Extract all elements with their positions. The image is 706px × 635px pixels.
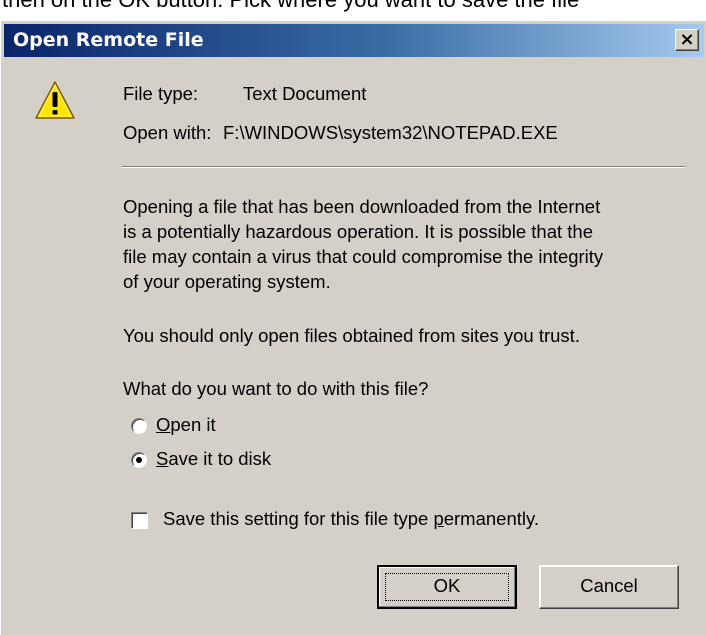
file-type-value: Text Document (243, 83, 367, 104)
open-remote-file-dialog: Open Remote File × File type: Text Docum… (0, 20, 706, 635)
warning-line: of your operating system. (123, 271, 331, 292)
background-instruction-text: then on the OK button. Pick where you wa… (2, 0, 579, 13)
open-it-label[interactable]: Open it (156, 414, 216, 436)
trust-text: You should only open files obtained from… (123, 325, 580, 346)
close-icon: × (679, 29, 695, 50)
save-to-disk-radio[interactable] (131, 452, 147, 468)
open-with-value: F:\WINDOWS\system32\NOTEPAD.EXE (223, 122, 558, 143)
separator (122, 166, 685, 168)
dialog-title: Open Remote File (13, 29, 204, 51)
radio-selected-dot (136, 457, 142, 463)
title-bar[interactable]: Open Remote File × (4, 24, 704, 57)
ok-button[interactable]: OK (377, 565, 517, 609)
save-setting-checkbox[interactable] (131, 512, 148, 529)
cancel-label: Cancel (580, 575, 638, 596)
cancel-button[interactable]: Cancel (539, 565, 679, 609)
warning-line: Opening a file that has been downloaded … (123, 196, 601, 217)
file-type-label: File type: (123, 83, 199, 104)
save-setting-label[interactable]: Save this setting for this file type per… (163, 508, 539, 530)
question-text: What do you want to do with this file? (123, 378, 429, 399)
warning-icon (35, 81, 75, 119)
warning-line: file may contain a virus that could comp… (123, 246, 604, 267)
warning-line: is a potentially hazardous operation. It… (123, 221, 593, 242)
ok-label: OK (433, 575, 461, 596)
save-to-disk-label[interactable]: Save it to disk (156, 448, 271, 470)
open-with-label: Open with: (123, 122, 212, 143)
close-button[interactable]: × (675, 29, 699, 51)
open-it-radio[interactable] (131, 418, 147, 434)
